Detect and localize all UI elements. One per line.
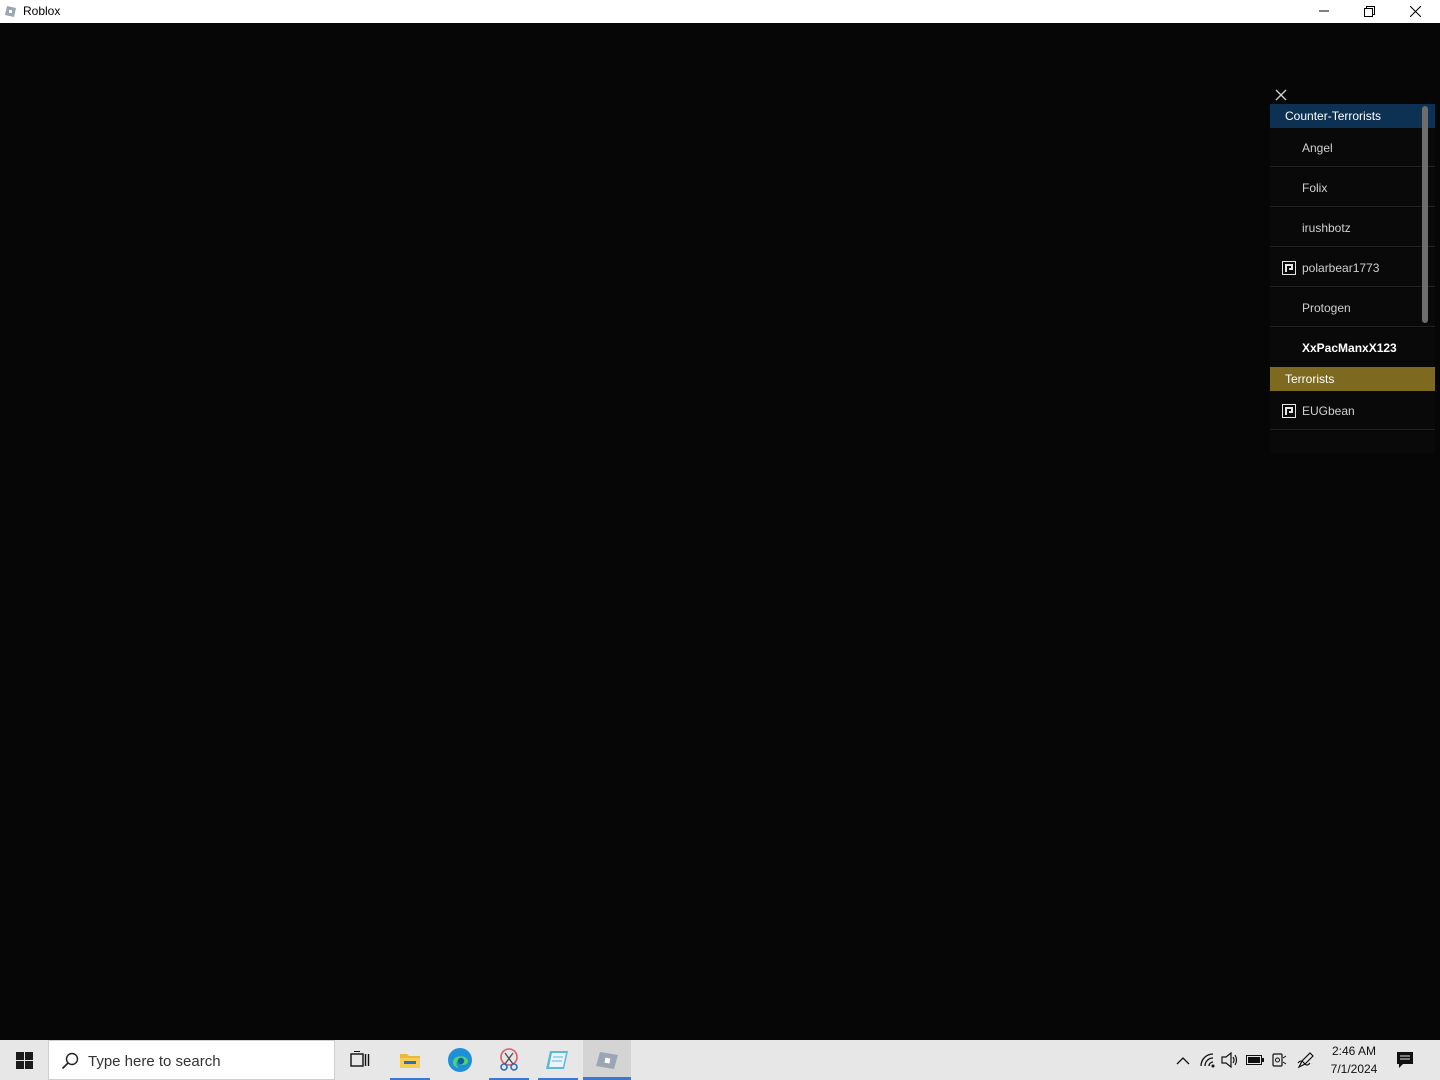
player-name: XxPacManxX123 — [1302, 341, 1397, 355]
player-name: Folix — [1302, 181, 1328, 195]
taskbar: Type here to search 2:46 AM 7/1/2024 — [0, 1040, 1440, 1080]
close-icon[interactable] — [1274, 88, 1288, 102]
minimize-button[interactable] — [1301, 0, 1347, 22]
search-input[interactable]: Type here to search — [48, 1040, 335, 1080]
clock-date: 7/1/2024 — [1330, 1062, 1378, 1076]
close-button[interactable] — [1392, 0, 1438, 22]
roblox-icon — [5, 6, 16, 17]
snipping-tool-button[interactable] — [485, 1040, 533, 1080]
player-row[interactable]: EUGbean — [1270, 391, 1435, 430]
wifi-icon — [1200, 1053, 1215, 1068]
player-row[interactable]: polarbear1773 — [1270, 248, 1435, 287]
notepad-icon — [546, 1051, 568, 1069]
restore-icon — [1363, 5, 1375, 17]
battery-icon — [1246, 1055, 1264, 1065]
player-row[interactable]: Folix — [1270, 168, 1435, 207]
player-row[interactable]: Protogen — [1270, 288, 1435, 327]
player-list-scrollbar[interactable] — [1422, 106, 1428, 323]
premium-badge-icon — [1282, 404, 1296, 418]
pen-icon — [1297, 1052, 1314, 1069]
roblox-icon — [596, 1052, 618, 1069]
file-explorer-button[interactable] — [386, 1040, 434, 1080]
network-button[interactable] — [1199, 1051, 1217, 1069]
game-viewport[interactable] — [0, 23, 1440, 1040]
window-title: Roblox — [23, 4, 61, 18]
player-name: EUGbean — [1302, 404, 1355, 418]
player-name: Protogen — [1302, 301, 1351, 315]
restore-button[interactable] — [1346, 0, 1392, 22]
player-list: Counter-Terrorists Angel Folix irushbotz… — [1270, 86, 1435, 454]
file-explorer-icon — [400, 1054, 420, 1068]
close-icon — [1409, 5, 1421, 17]
player-row[interactable]: Angel — [1270, 128, 1435, 167]
battery-button[interactable] — [1246, 1051, 1264, 1069]
clock-time: 2:46 AM — [1331, 1044, 1377, 1058]
volume-button[interactable] — [1221, 1051, 1239, 1069]
edge-icon — [448, 1048, 472, 1072]
notepad-button[interactable] — [534, 1040, 582, 1080]
roblox-taskbar-button[interactable] — [583, 1040, 631, 1080]
pen-workspace-button[interactable] — [1297, 1051, 1315, 1069]
player-name: Angel — [1302, 141, 1333, 155]
search-icon — [61, 1052, 79, 1070]
camera-icon — [1272, 1053, 1287, 1067]
team-header-counter-terrorists[interactable]: Counter-Terrorists — [1270, 104, 1435, 128]
system-clock[interactable]: 2:46 AM 7/1/2024 — [1322, 1042, 1386, 1078]
window-titlebar[interactable]: Roblox — [0, 0, 1440, 23]
player-row[interactable]: irushbotz — [1270, 208, 1435, 247]
premium-badge-icon — [1282, 261, 1296, 275]
minimize-icon — [1319, 10, 1329, 12]
volume-icon — [1221, 1052, 1238, 1068]
player-name: irushbotz — [1302, 221, 1351, 235]
notification-icon[interactable] — [1396, 1051, 1414, 1069]
show-hidden-icons-button[interactable] — [1174, 1051, 1192, 1069]
task-view-button[interactable] — [336, 1040, 384, 1080]
player-row-local[interactable]: XxPacManxX123 — [1270, 328, 1435, 367]
search-placeholder: Type here to search — [88, 1053, 221, 1070]
snipping-tool-icon — [500, 1048, 518, 1071]
chevron-up-icon — [1176, 1056, 1190, 1064]
edge-button[interactable] — [436, 1040, 484, 1080]
player-row-partial[interactable] — [1270, 431, 1435, 454]
start-button[interactable] — [0, 1040, 48, 1080]
camera-button[interactable] — [1270, 1051, 1288, 1069]
windows-icon — [15, 1051, 33, 1069]
team-header-terrorists[interactable]: Terrorists — [1270, 367, 1435, 391]
task-view-icon — [350, 1051, 370, 1067]
player-name: polarbear1773 — [1302, 261, 1380, 275]
